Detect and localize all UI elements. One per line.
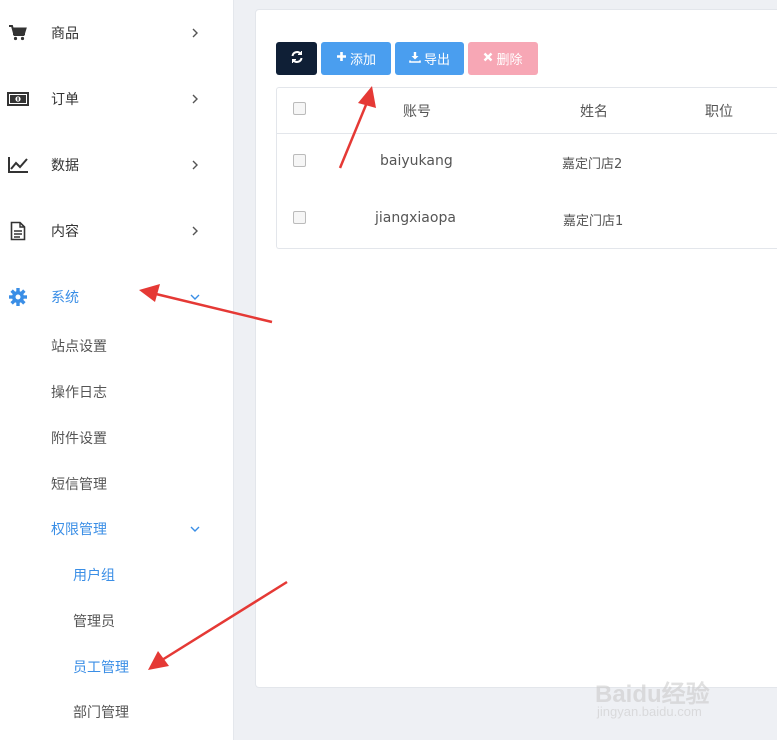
refresh-button[interactable]: [276, 42, 317, 75]
content-panel: 添加 导出 删除 账号 姓名 职位 baiyukang 嘉定门店2 jiangx…: [255, 9, 777, 688]
close-icon: [483, 51, 493, 66]
delete-button[interactable]: 删除: [468, 42, 538, 75]
submenu-item-permission-management[interactable]: 权限管理: [0, 512, 233, 546]
sidebar-item-label: 内容: [51, 224, 79, 240]
export-button[interactable]: 导出: [395, 42, 464, 75]
row-checkbox[interactable]: [293, 154, 306, 167]
cell-account: jiangxiaopa: [375, 210, 456, 226]
chevron-right-icon: [188, 26, 202, 40]
sidebar-item-label: 数据: [51, 158, 79, 174]
cart-icon: [7, 22, 29, 44]
submenu-item-sms-management[interactable]: 短信管理: [0, 467, 233, 501]
submenu-item-label: 管理员: [73, 614, 115, 630]
submenu-item-employee-management[interactable]: 员工管理: [0, 650, 233, 684]
cell-name: 嘉定门店1: [563, 214, 624, 229]
submenu-item-label: 用户组: [73, 568, 115, 584]
export-button-label: 导出: [423, 53, 450, 68]
chart-line-icon: [7, 154, 29, 176]
gear-icon: [7, 286, 29, 308]
chevron-right-icon: [188, 158, 202, 172]
submenu-item-label: 权限管理: [51, 522, 107, 538]
table-header-row: 账号 姓名 职位: [277, 88, 777, 134]
submenu-item-label: 短信管理: [51, 477, 107, 493]
download-icon: [409, 51, 421, 67]
document-icon: [7, 220, 29, 242]
column-header-name: 姓名: [580, 104, 608, 120]
delete-button-label: 删除: [496, 53, 523, 68]
employee-table: 账号 姓名 职位 baiyukang 嘉定门店2 jiangxiaopa 嘉定门…: [276, 87, 777, 249]
add-button[interactable]: 添加: [321, 42, 391, 75]
refresh-icon: [290, 50, 304, 68]
submenu-item-attachment-settings[interactable]: 附件设置: [0, 421, 233, 455]
baidu-jingyan-watermark: Baidu经验 jingyan.baidu.com: [595, 660, 745, 720]
column-header-account: 账号: [403, 104, 431, 120]
cell-name: 嘉定门店2: [562, 157, 623, 172]
submenu-item-operation-log[interactable]: 操作日志: [0, 375, 233, 409]
submenu-item-label: 部门管理: [73, 705, 129, 721]
submenu-item-label: 附件设置: [51, 431, 107, 447]
chevron-right-icon: [188, 224, 202, 238]
column-header-position: 职位: [705, 104, 733, 120]
submenu-item-site-settings[interactable]: 站点设置: [0, 329, 233, 363]
submenu-item-label: 操作日志: [51, 385, 107, 401]
sidebar-item-label: 订单: [51, 92, 79, 108]
sidebar-item-label: 系统: [51, 290, 79, 306]
sidebar-item-system[interactable]: 系统: [0, 277, 233, 317]
submenu-item-department-management[interactable]: 部门管理: [0, 695, 233, 729]
sidebar-item-label: 商品: [51, 26, 79, 42]
sidebar-item-products[interactable]: 商品: [0, 13, 233, 53]
select-all-checkbox[interactable]: [293, 102, 306, 115]
sidebar-item-orders[interactable]: 订单: [0, 79, 233, 119]
submenu-item-administrator[interactable]: 管理员: [0, 604, 233, 638]
money-icon: [7, 88, 29, 110]
sidebar-item-content[interactable]: 内容: [0, 211, 233, 251]
cell-account: baiyukang: [380, 153, 453, 169]
chevron-down-icon: [188, 290, 202, 304]
plus-icon: [336, 51, 347, 66]
chevron-right-icon: [188, 92, 202, 106]
chevron-down-icon: [188, 522, 202, 536]
submenu-item-user-group[interactable]: 用户组: [0, 558, 233, 592]
sidebar: 商品 订单 数据 内容 系统 站点设置 操作日志 附件设置 短信管理 权限管理 …: [0, 0, 234, 740]
row-checkbox[interactable]: [293, 211, 306, 224]
sidebar-item-data[interactable]: 数据: [0, 145, 233, 185]
add-button-label: 添加: [349, 53, 376, 68]
submenu-item-label: 站点设置: [51, 339, 107, 355]
watermark-url: jingyan.baidu.com: [597, 704, 702, 719]
submenu-item-label: 员工管理: [73, 660, 129, 676]
